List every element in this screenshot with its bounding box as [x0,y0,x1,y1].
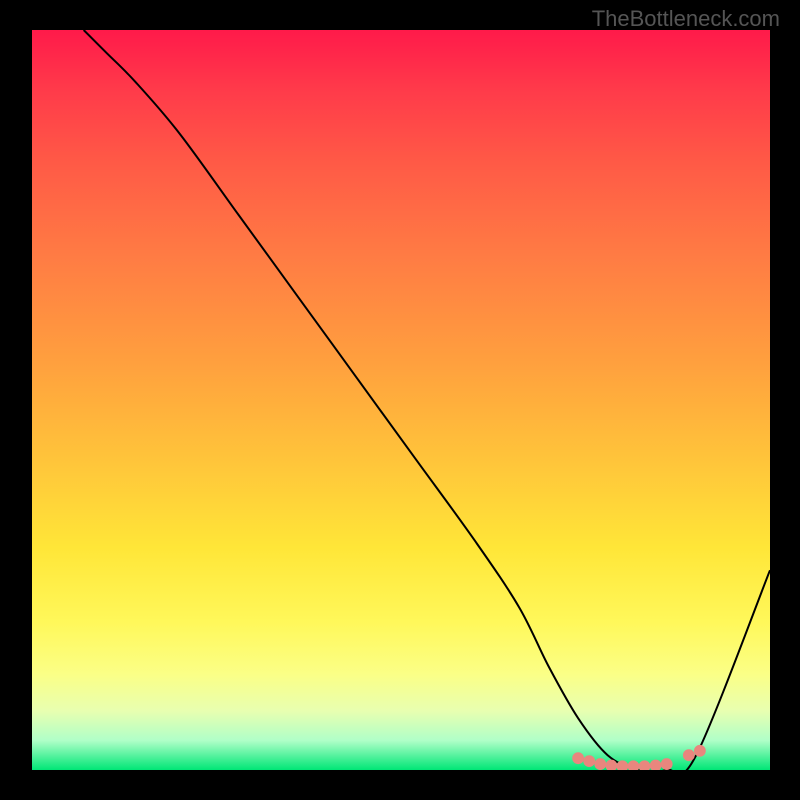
chart-marker-dot [694,745,706,757]
chart-marker-dot [583,755,595,767]
chart-svg [32,30,770,770]
chart-marker-dot [661,758,673,770]
chart-marker-dot [594,758,606,770]
watermark-text: TheBottleneck.com [592,6,780,32]
chart-plot-area [32,30,770,770]
chart-marker-dot [639,760,651,770]
chart-curve [84,30,770,770]
chart-marker-group [572,745,706,770]
chart-marker-dot [683,749,695,761]
chart-marker-dot [628,760,640,770]
chart-marker-dot [572,752,584,764]
chart-marker-dot [650,760,662,770]
